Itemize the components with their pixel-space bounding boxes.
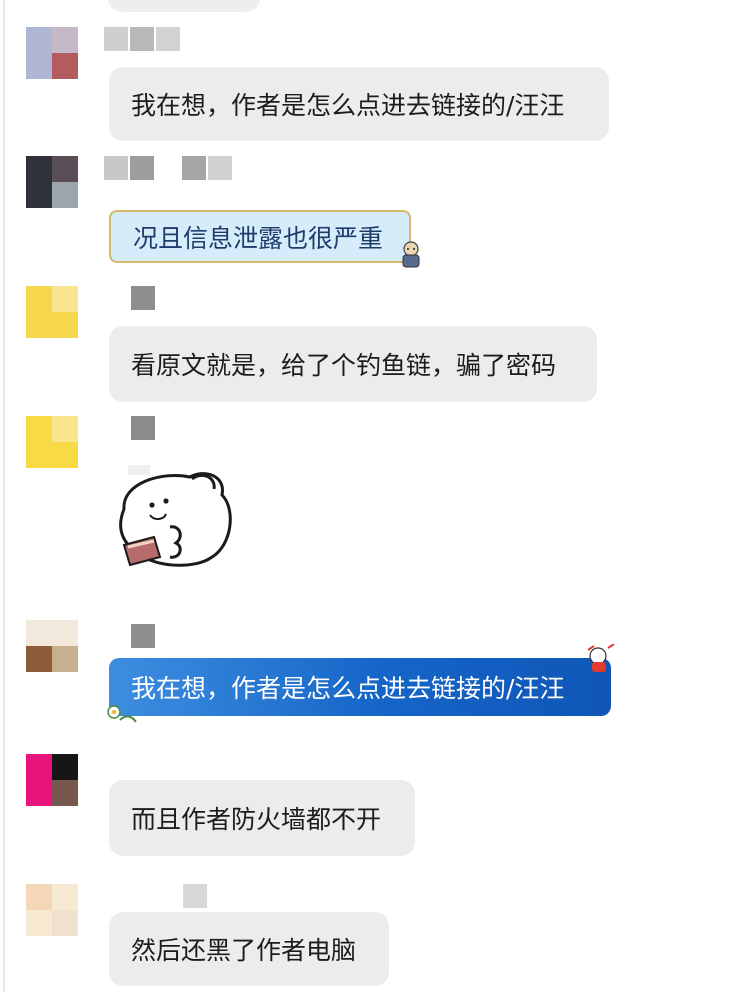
avatar[interactable]	[26, 884, 78, 936]
previous-message-bubble-fragment	[108, 0, 260, 12]
message-bubble-themed: 况且信息泄露也很严重	[109, 210, 411, 263]
chat-message-2: 况且信息泄露也很严重	[0, 156, 742, 268]
cartoon-character-eating-icon	[110, 465, 235, 575]
chat-message-5: 我在想，作者是怎么点进去链接的/汪汪	[0, 620, 742, 730]
message-text: 而且作者防火墙都不开	[131, 805, 382, 834]
message-bubble: 我在想，作者是怎么点进去链接的/汪汪	[109, 67, 609, 141]
message-text: 况且信息泄露也很严重	[133, 223, 384, 253]
bubble-character-icon	[587, 644, 615, 672]
message-text: 然后还黑了作者电脑	[131, 936, 357, 965]
chat-message-3: 看原文就是，给了个钓鱼链，骗了密码	[0, 286, 742, 404]
sticker-message[interactable]	[110, 465, 235, 575]
avatar[interactable]	[26, 286, 78, 338]
avatar[interactable]	[26, 754, 78, 806]
avatar[interactable]	[26, 416, 78, 468]
bubble-character-icon	[402, 241, 420, 268]
avatar[interactable]	[26, 156, 78, 208]
message-bubble: 然后还黑了作者电脑	[109, 912, 389, 986]
chat-message-7: 然后还黑了作者电脑	[0, 884, 742, 992]
message-text: 我在想，作者是怎么点进去链接的/汪汪	[131, 674, 565, 703]
message-bubble: 而且作者防火墙都不开	[109, 780, 415, 856]
chat-message-6: 而且作者防火墙都不开	[0, 754, 742, 866]
message-text: 我在想，作者是怎么点进去链接的/汪汪	[131, 91, 565, 120]
avatar[interactable]	[26, 27, 78, 79]
message-text: 看原文就是，给了个钓鱼链，骗了密码	[131, 351, 557, 380]
message-bubble-themed: 我在想，作者是怎么点进去链接的/汪汪	[109, 658, 611, 716]
chat-message-1: 我在想，作者是怎么点进去链接的/汪汪	[0, 27, 742, 142]
avatar[interactable]	[26, 620, 78, 672]
bubble-flower-icon	[107, 705, 137, 723]
message-bubble: 看原文就是，给了个钓鱼链，骗了密码	[109, 326, 597, 402]
